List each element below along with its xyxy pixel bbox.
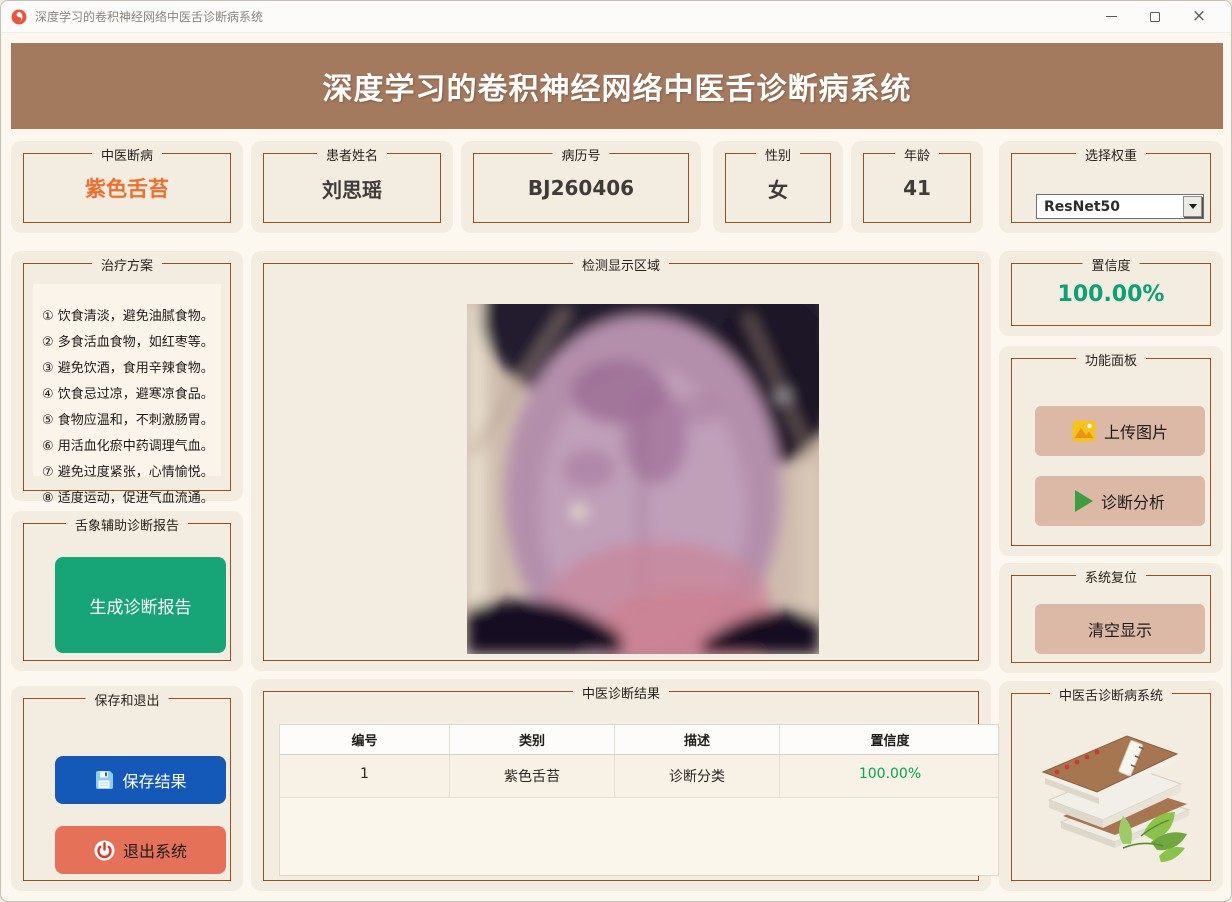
generate-report-button[interactable]: 生成诊断报告 xyxy=(55,557,226,653)
report-label: 舌象辅助诊断报告 xyxy=(65,515,189,534)
record-number-label: 病历号 xyxy=(552,145,610,164)
gender-panel: 性别 女 xyxy=(713,141,843,233)
functions-panel: 功能面板 上传图片 诊断分析 xyxy=(999,346,1223,556)
cell-category: 紫色舌苔 xyxy=(450,755,615,797)
age-panel: 年龄 41 xyxy=(851,141,983,233)
maximize-button[interactable] xyxy=(1133,2,1177,32)
close-button[interactable]: × xyxy=(1177,2,1221,32)
treatment-item: ⑦ 避免过度紧张，心情愉悦。 xyxy=(42,465,214,480)
detection-label: 检测显示区域 xyxy=(572,255,670,274)
column-header[interactable]: 编号 xyxy=(280,725,450,754)
save-exit-label: 保存和退出 xyxy=(85,690,169,709)
title-bar: 深度学习的卷积神经网络中医舌诊断病系统 × xyxy=(1,1,1231,33)
report-panel: 舌象辅助诊断报告 生成诊断报告 xyxy=(11,511,243,671)
table-row[interactable]: 1 紫色舌苔 诊断分类 100.00% xyxy=(280,755,998,798)
detection-panel: 检测显示区域 xyxy=(251,251,991,671)
treatment-item: ④ 饮食忌过凉，避寒凉食品。 xyxy=(42,387,214,402)
treatment-list: ① 饮食清淡，避免油腻食物。 ② 多食活血食物，如红枣等。 ③ 避免饮酒，食用辛… xyxy=(33,284,221,506)
results-table: 编号 类别 描述 置信度 1 紫色舌苔 诊断分类 100.00% xyxy=(279,724,999,876)
record-number-value: BJ260406 xyxy=(527,176,635,200)
minimize-button[interactable] xyxy=(1089,2,1133,32)
close-icon: × xyxy=(1191,6,1207,26)
analyze-label: 诊断分析 xyxy=(1100,493,1165,512)
age-label: 年龄 xyxy=(894,145,940,164)
diagnosis-panel: 中医断病 紫色舌苔 xyxy=(11,141,243,233)
maximize-icon xyxy=(1150,11,1160,22)
treatment-label: 治疗方案 xyxy=(91,255,163,274)
exit-system-label: 退出系统 xyxy=(122,842,187,861)
results-label: 中医诊断结果 xyxy=(572,683,670,702)
power-icon xyxy=(94,840,115,861)
window-title: 深度学习的卷积神经网络中医舌诊断病系统 xyxy=(35,10,264,24)
treatment-item: ② 多食活血食物，如红枣等。 xyxy=(42,335,214,350)
exit-system-button[interactable]: 退出系统 xyxy=(55,826,226,874)
diagnosis-value: 紫色舌苔 xyxy=(85,177,169,201)
tongue-image xyxy=(467,304,819,654)
gender-value: 女 xyxy=(768,177,788,202)
treatment-item: ① 饮食清淡，避免油腻食物。 xyxy=(42,309,214,324)
weight-select-panel: 选择权重 ResNet50 xyxy=(999,141,1223,233)
treatment-item: ⑥ 用活血化瘀中药调理气血。 xyxy=(42,439,214,454)
cell-confidence: 100.00% xyxy=(858,766,922,782)
upload-image-label: 上传图片 xyxy=(1103,423,1168,442)
treatment-item: ⑤ 食物应温和，不刺激肠胃。 xyxy=(42,413,214,428)
reset-label: 系统复位 xyxy=(1075,567,1147,586)
stacked-books-icon xyxy=(1023,716,1199,866)
reset-panel: 系统复位 清空显示 xyxy=(999,563,1223,673)
weight-dropdown-button[interactable] xyxy=(1183,196,1202,217)
column-header[interactable]: 类别 xyxy=(450,725,615,754)
app-window: 深度学习的卷积神经网络中医舌诊断病系统 × 深度学习的卷积神经网络中医舌诊断病系… xyxy=(0,0,1232,902)
age-value: 41 xyxy=(903,176,931,200)
results-panel: 中医诊断结果 编号 类别 描述 置信度 1 紫色舌苔 诊断分类 100.00% xyxy=(251,679,999,891)
minimize-icon xyxy=(1105,15,1117,18)
confidence-panel: 置信度 100.00% xyxy=(999,251,1223,336)
functions-label: 功能面板 xyxy=(1075,350,1147,369)
gender-label: 性别 xyxy=(755,145,801,164)
treatment-panel: 治疗方案 ① 饮食清淡，避免油腻食物。 ② 多食活血食物，如红枣等。 ③ 避免饮… xyxy=(11,251,243,506)
results-table-header: 编号 类别 描述 置信度 xyxy=(280,725,998,755)
column-header[interactable]: 描述 xyxy=(615,725,780,754)
save-results-button[interactable]: 保存结果 xyxy=(55,756,226,804)
treatment-item: ⑧ 适度运动，促进气血流通。 xyxy=(42,491,214,506)
page-title: 深度学习的卷积神经网络中医舌诊断病系统 xyxy=(322,72,912,107)
branding-label: 中医舌诊断病系统 xyxy=(1049,685,1173,704)
clear-display-button[interactable]: 清空显示 xyxy=(1035,604,1205,654)
weight-select-label: 选择权重 xyxy=(1075,145,1147,164)
weight-select-value: ResNet50 xyxy=(1044,198,1120,215)
save-exit-panel: 保存和退出 保存结果 退出系统 xyxy=(11,686,243,891)
patient-name-panel: 患者姓名 刘思瑶 xyxy=(251,141,453,233)
treatment-item: ③ 避免饮酒，食用辛辣食物。 xyxy=(42,361,214,376)
play-icon xyxy=(1074,490,1093,512)
floppy-disk-icon xyxy=(94,770,114,790)
picture-image-icon xyxy=(1072,420,1096,442)
weight-select[interactable]: ResNet50 xyxy=(1036,194,1204,219)
column-header[interactable]: 置信度 xyxy=(780,725,1000,754)
record-number-panel: 病历号 BJ260406 xyxy=(461,141,701,233)
confidence-label: 置信度 xyxy=(1082,255,1140,274)
cell-desc: 诊断分类 xyxy=(615,755,780,797)
diagnosis-label: 中医断病 xyxy=(91,145,163,164)
branding-panel: 中医舌诊断病系统 xyxy=(999,681,1223,891)
analyze-button[interactable]: 诊断分析 xyxy=(1035,476,1205,526)
patient-name-label: 患者姓名 xyxy=(316,145,388,164)
save-results-label: 保存结果 xyxy=(122,772,187,791)
caret-down-icon xyxy=(1188,204,1197,209)
app-icon xyxy=(11,9,27,25)
patient-name-value: 刘思瑶 xyxy=(322,177,382,202)
header-banner: 深度学习的卷积神经网络中医舌诊断病系统 xyxy=(11,43,1223,129)
upload-image-button[interactable]: 上传图片 xyxy=(1035,406,1205,456)
cell-no: 1 xyxy=(280,755,450,797)
window-controls: × xyxy=(1089,2,1221,32)
